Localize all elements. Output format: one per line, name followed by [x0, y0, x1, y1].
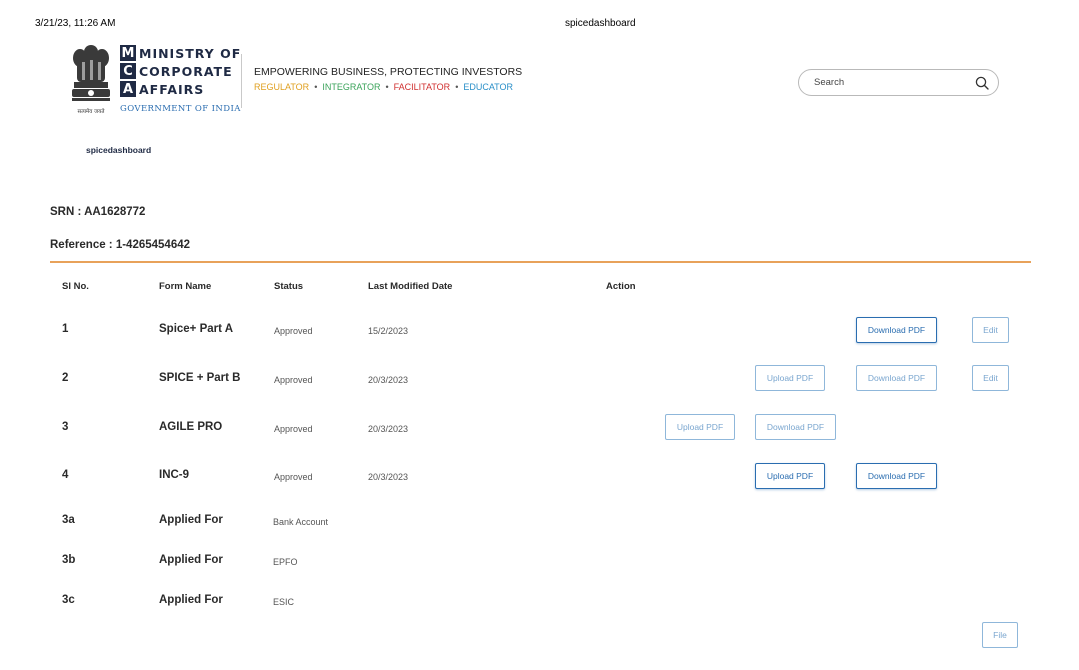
- brand-roles: REGULATOR • INTEGRATOR • FACILITATOR • E…: [254, 82, 513, 92]
- search-bar: [798, 69, 999, 96]
- header-sl-no: Sl No.: [62, 281, 89, 292]
- mca-letter-m: M: [120, 45, 136, 61]
- edit-button[interactable]: Edit: [972, 365, 1009, 391]
- row-status: ESIC: [273, 597, 295, 607]
- row-form-name: Applied For: [159, 594, 223, 606]
- row-form-name: AGILE PRO: [159, 421, 223, 433]
- download-pdf-button[interactable]: Download PDF: [755, 414, 836, 440]
- header-divider: [241, 54, 242, 108]
- row-form-name: Applied For: [159, 554, 223, 566]
- section-divider: [50, 261, 1031, 263]
- emblem-caption: सत्यमेव जयते: [77, 108, 105, 115]
- row-sl: 3a: [62, 514, 75, 526]
- row-form-name: Spice+ Part A: [159, 323, 234, 335]
- row-sl: 4: [62, 469, 69, 481]
- edit-button[interactable]: Edit: [972, 317, 1009, 343]
- download-pdf-button[interactable]: Download PDF: [856, 463, 937, 489]
- row-status: Bank Account: [273, 517, 329, 527]
- header-status: Status: [274, 281, 304, 292]
- upload-pdf-button[interactable]: Upload PDF: [755, 463, 825, 489]
- row-status: Approved: [274, 472, 313, 482]
- row-date: 20/3/2023: [368, 424, 409, 434]
- role-separator: •: [314, 82, 318, 92]
- search-icon[interactable]: [974, 75, 990, 91]
- srn-label: SRN : AA1628772: [50, 206, 146, 218]
- mca-word-corporate: CORPORATE: [139, 63, 233, 79]
- print-header: 3/21/23, 11:26 AM spicedashboard: [0, 18, 1079, 32]
- download-pdf-button[interactable]: Download PDF: [856, 365, 937, 391]
- row-status: EPFO: [273, 557, 298, 567]
- breadcrumb[interactable]: spicedashboard: [86, 145, 151, 155]
- role-educator: EDUCATOR: [463, 82, 514, 92]
- header-last-modified: Last Modified Date: [368, 281, 453, 292]
- header-action: Action: [606, 281, 636, 292]
- row-form-name: SPICE + Part B: [159, 372, 241, 384]
- role-separator: •: [385, 82, 389, 92]
- mca-letter-c: C: [120, 63, 136, 79]
- row-sl: 3b: [62, 554, 76, 566]
- row-date: 20/3/2023: [368, 375, 409, 385]
- row-status: Approved: [274, 375, 313, 385]
- mca-word-ministry: MINISTRY OF: [139, 45, 242, 61]
- row-form-name: Applied For: [159, 514, 223, 526]
- mca-word-affairs: AFFAIRS: [139, 81, 205, 97]
- government-of-india-label: GOVERNMENT OF INDIA: [120, 104, 241, 114]
- download-pdf-button[interactable]: Download PDF: [856, 317, 937, 343]
- row-sl: 3c: [62, 594, 75, 606]
- upload-pdf-button[interactable]: Upload PDF: [665, 414, 735, 440]
- row-status: Approved: [274, 326, 313, 336]
- upload-pdf-button[interactable]: Upload PDF: [755, 365, 825, 391]
- row-date: 15/2/2023: [368, 326, 409, 336]
- brand-tagline: EMPOWERING BUSINESS, PROTECTING INVESTOR…: [254, 66, 523, 78]
- print-timestamp: 3/21/23, 11:26 AM: [35, 18, 116, 29]
- mca-letter-a: A: [120, 81, 136, 97]
- role-integrator: INTEGRATOR: [322, 82, 381, 92]
- national-emblem-icon: सत्यमेव जयते: [70, 42, 112, 116]
- header-form-name: Form Name: [159, 281, 212, 292]
- row-sl: 1: [62, 323, 69, 335]
- file-button[interactable]: File: [982, 622, 1018, 648]
- print-page-title: spicedashboard: [565, 18, 636, 29]
- mca-wordmark[interactable]: M MINISTRY OF C CORPORATE A AFFAIRS: [120, 44, 241, 98]
- role-separator: •: [455, 82, 459, 92]
- row-status: Approved: [274, 424, 313, 434]
- row-date: 20/3/2023: [368, 472, 409, 482]
- search-input[interactable]: [814, 77, 974, 88]
- row-sl: 3: [62, 421, 69, 433]
- reference-label: Reference : 1-4265454642: [50, 239, 191, 251]
- row-form-name: INC-9: [159, 469, 190, 481]
- row-sl: 2: [62, 372, 69, 384]
- role-facilitator: FACILITATOR: [393, 82, 451, 92]
- role-regulator: REGULATOR: [254, 82, 310, 92]
